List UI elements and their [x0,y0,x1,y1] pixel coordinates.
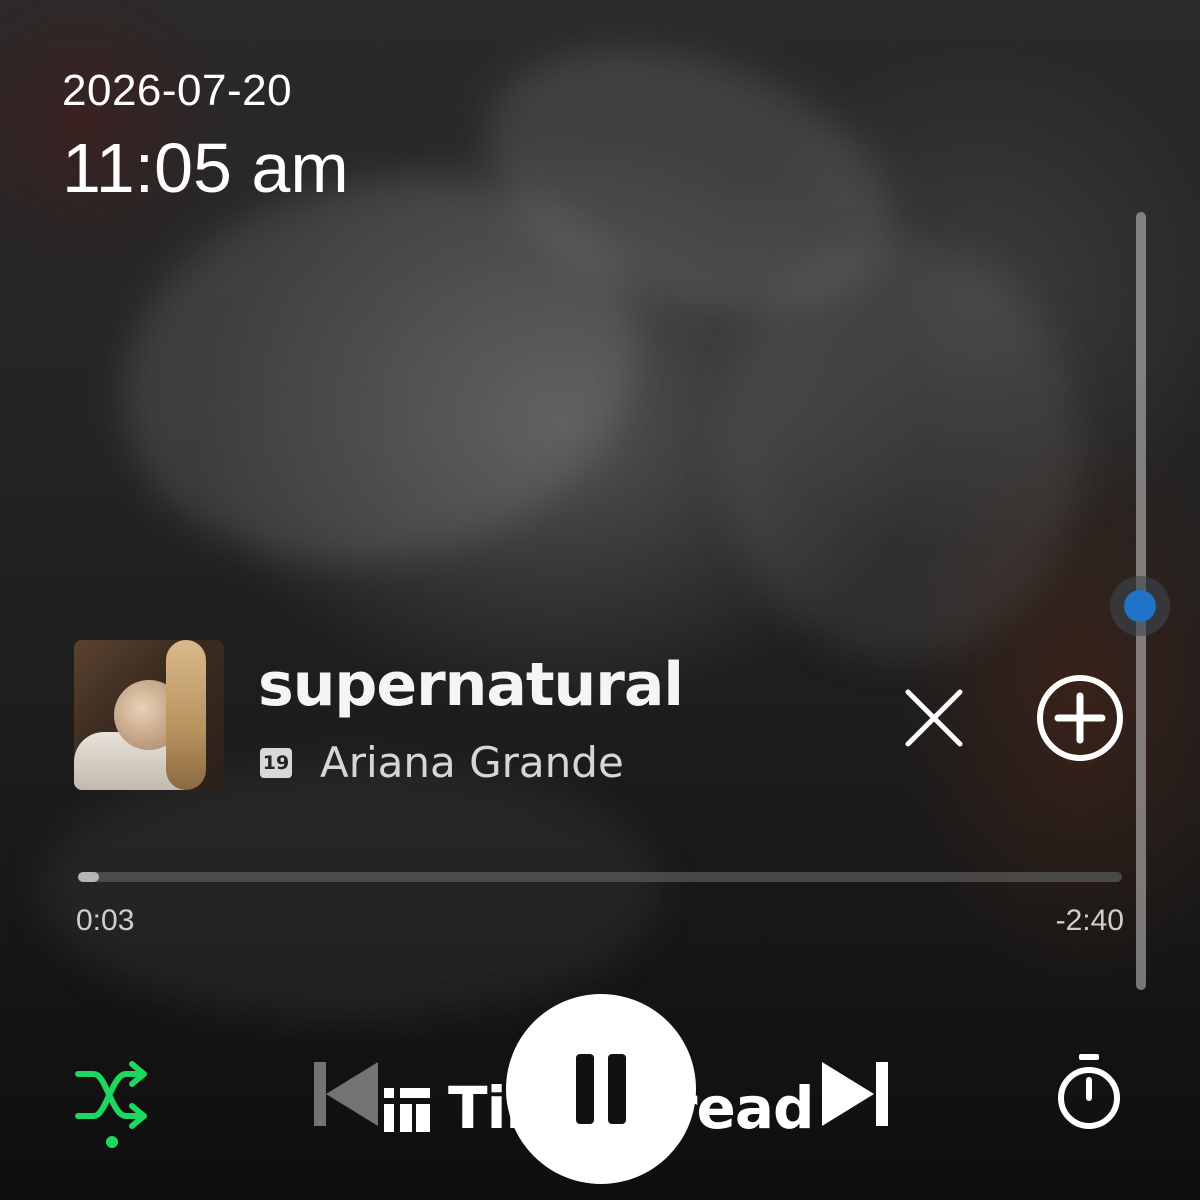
shuffle-icon [75,1061,147,1129]
progress-fill [78,872,99,882]
close-button[interactable] [900,684,968,752]
skip-next-icon [822,1062,888,1126]
track-title[interactable]: supernatural [258,650,684,720]
volume-slider-knob[interactable] [1124,590,1156,622]
explicit-badge: 19 [260,748,292,778]
skip-previous-icon [314,1062,378,1126]
stopwatch-icon [1058,1054,1120,1129]
time-remaining: -2:40 [1055,904,1124,937]
status-date: 2026-07-20 [62,66,293,115]
shuffle-button[interactable] [72,1060,152,1130]
music-player-screen: 2026-07-20 11:05 am supernatural 19 Aria… [0,0,1200,1200]
next-button[interactable] [820,1058,892,1130]
sleep-timer-button[interactable] [1052,1052,1126,1132]
pause-icon [608,1054,626,1124]
watermark-logo-icon [380,1082,432,1134]
pause-button[interactable] [506,994,696,1184]
close-icon [905,689,963,747]
add-to-library-button[interactable] [1034,672,1126,764]
background-photo-fold [720,240,1080,660]
plus-circle-icon [1037,675,1123,761]
background-photo-fold [40,760,660,1020]
shuffle-active-indicator [106,1136,118,1148]
album-art[interactable] [74,640,224,790]
status-time: 11:05 am [62,129,349,207]
previous-button[interactable] [308,1058,380,1130]
time-elapsed: 0:03 [76,904,135,937]
progress-bar[interactable] [78,872,1122,882]
track-artist[interactable]: Ariana Grande [320,738,624,787]
pause-icon [576,1054,594,1124]
